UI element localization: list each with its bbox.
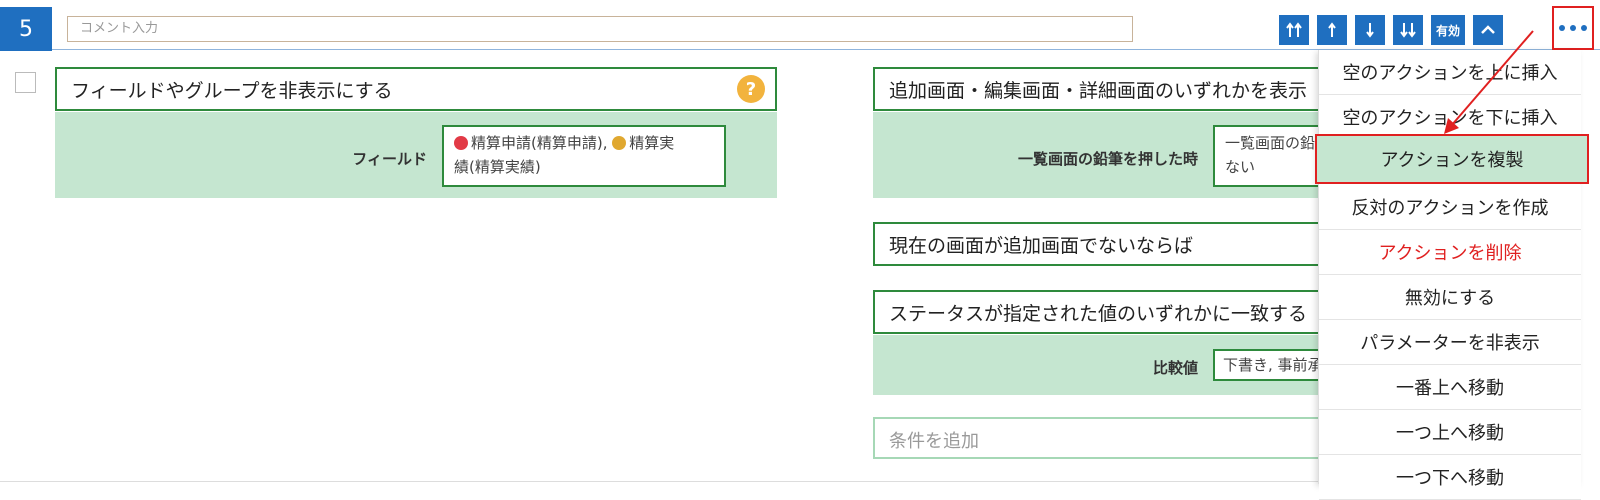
condition-title-3[interactable]: ステータスが指定された値のいずれかに一致する — [873, 290, 1318, 334]
double-up-arrow-icon — [1286, 22, 1302, 37]
action-title-text: フィールドやグループを非表示にする — [71, 79, 393, 102]
condition-title-1[interactable]: 追加画面・編集画面・詳細画面のいずれかを表示 — [873, 67, 1318, 111]
double-down-arrow-icon — [1400, 23, 1416, 38]
down-arrow-icon — [1366, 23, 1374, 38]
enabled-toggle-button[interactable]: 有効 — [1431, 15, 1465, 45]
red-dot-icon — [454, 136, 468, 150]
more-menu-button[interactable] — [1552, 6, 1594, 50]
menu-item-duplicate[interactable]: アクションを複製 — [1315, 134, 1589, 184]
action-title[interactable]: フィールドやグループを非表示にする — [55, 67, 777, 111]
menu-item-move-top[interactable]: 一番上へ移動 — [1319, 365, 1581, 410]
collapse-button[interactable] — [1473, 15, 1503, 45]
row-checkbox[interactable] — [15, 72, 36, 93]
menu-item-delete[interactable]: アクションを削除 — [1319, 230, 1581, 275]
menu-item-hide-parameters[interactable]: パラメーターを非表示 — [1319, 320, 1581, 365]
move-bottom-button[interactable] — [1393, 15, 1423, 45]
comment-input[interactable]: コメント入力 — [67, 16, 1133, 42]
condition-label-1: 一覧画面の鉛筆を押した時 — [1017, 150, 1198, 168]
condition-value-3[interactable]: 下書き, 事前承 — [1213, 349, 1318, 381]
row-number: 5 — [0, 7, 52, 51]
action-menu: 空のアクションを上に挿入 空のアクションを下に挿入 アクションを複製 反対のアク… — [1315, 50, 1589, 500]
menu-item-move-down[interactable]: 一つ下へ移動 — [1319, 455, 1581, 500]
condition-value-1[interactable]: 一覧画面の鉛 ない — [1213, 125, 1318, 187]
condition-title-2[interactable]: 現在の画面が追加画面でないならば — [873, 222, 1318, 266]
add-condition-input[interactable]: 条件を追加 — [873, 417, 1318, 459]
up-arrow-icon — [1328, 22, 1336, 37]
move-top-button[interactable] — [1279, 15, 1309, 45]
move-up-button[interactable] — [1317, 15, 1347, 45]
menu-item-move-up[interactable]: 一つ上へ移動 — [1319, 410, 1581, 455]
field-value[interactable]: 精算申請(精算申請), 精算実 績(精算実績) — [442, 125, 726, 187]
chevron-up-icon — [1481, 25, 1495, 34]
bottom-divider — [0, 481, 1318, 482]
move-down-button[interactable] — [1355, 15, 1385, 45]
orange-dot-icon — [612, 136, 627, 150]
help-icon[interactable]: ? — [737, 75, 765, 103]
menu-item-insert-above[interactable]: 空のアクションを上に挿入 — [1319, 50, 1581, 95]
condition-label-3: 比較値 — [1152, 359, 1198, 377]
menu-item-disable[interactable]: 無効にする — [1319, 275, 1581, 320]
menu-item-create-opposite[interactable]: 反対のアクションを作成 — [1319, 185, 1581, 230]
field-label: フィールド — [352, 150, 427, 168]
ellipsis-icon — [1559, 25, 1587, 31]
